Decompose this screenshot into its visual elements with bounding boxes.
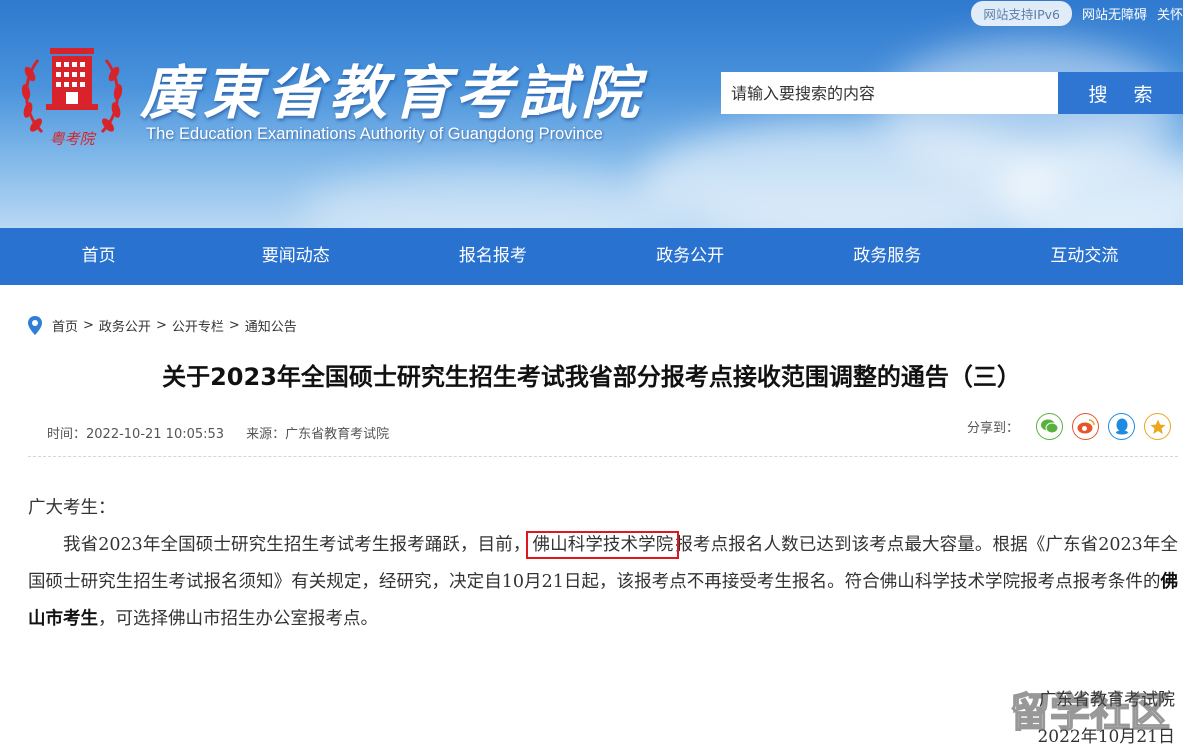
breadcrumb-separator: > [228, 317, 240, 333]
search-button[interactable]: 搜 索 [1058, 72, 1183, 114]
para-text: 我省2023年全国硕士研究生招生考试考生报考踊跃，目前， [63, 535, 531, 555]
qq-icon[interactable] [1108, 413, 1135, 440]
site-header: 网站支持IPv6 网站无障碍 关怀 粤考院 廣東省教育考試院 The Educa… [0, 0, 1183, 228]
care-mode-link[interactable]: 关怀 [1157, 4, 1183, 23]
top-links: 网站支持IPv6 网站无障碍 关怀 [971, 0, 1183, 26]
logo-text: 粤考院 [49, 130, 96, 148]
share-label: 分享到： [966, 421, 1019, 436]
breadcrumb-public-column[interactable]: 公开专栏 [172, 316, 224, 335]
search-input[interactable] [721, 72, 1058, 114]
watermark-text: 留学社区 [1010, 690, 1170, 736]
location-pin-icon [28, 315, 42, 335]
nav-item-news[interactable]: 要闻动态 [197, 228, 394, 285]
article-title: 关于2023年全国硕士研究生招生考试我省部分报考点接收范围调整的通告（三） [162, 363, 1021, 391]
nav-item-government-affairs[interactable]: 政务公开 [592, 228, 789, 285]
ipv6-badge[interactable]: 网站支持IPv6 [971, 0, 1072, 26]
breadcrumb-notices[interactable]: 通知公告 [245, 316, 297, 335]
divider [28, 456, 1178, 457]
article-paragraph: 我省2023年全国硕士研究生招生考试考生报考踊跃，目前， 佛山科学技术学院 报考点报… [28, 527, 1178, 638]
site-subtitle: The Education Examinations Authority of … [146, 125, 603, 143]
main-nav: 首页 要闻动态 报名报考 政务公开 政务服务 互动交流 [0, 228, 1183, 285]
publish-time: 时间：2022-10-21 10:05:53 [47, 427, 225, 442]
greeting: 广大考生： [28, 498, 116, 518]
nav-item-registration[interactable]: 报名报考 [394, 228, 591, 285]
breadcrumb: 首页 > 政务公开 > 公开专栏 > 通知公告 [28, 315, 297, 335]
breadcrumb-home[interactable]: 首页 [52, 316, 78, 335]
para-text: ，可选择佛山市招生办公室报考点。 [98, 609, 378, 629]
qzone-icon[interactable] [1144, 413, 1171, 440]
site-logo-icon[interactable]: 粤考院 [18, 40, 126, 158]
article-source: 来源：广东省教育考试院 [246, 427, 390, 442]
weibo-icon[interactable] [1072, 413, 1099, 440]
highlighted-institution: 佛山科学技术学院 [526, 531, 680, 559]
watermark-logo-icon: 留学社区 [1009, 689, 1171, 737]
site-title: 廣東省教育考試院 [140, 59, 645, 127]
article-meta: 时间：2022-10-21 10:05:53 来源：广东省教育考试院 [47, 423, 389, 442]
article-body: 广大考生： 我省2023年全国硕士研究生招生考试考生报考踊跃，目前， 佛山科学技术… [28, 490, 1178, 638]
accessibility-link[interactable]: 网站无障碍 [1082, 4, 1147, 23]
wechat-icon[interactable] [1036, 413, 1063, 440]
nav-item-interaction[interactable]: 互动交流 [986, 228, 1183, 285]
nav-item-home[interactable]: 首页 [0, 228, 197, 285]
breadcrumb-separator: > [155, 317, 167, 333]
nav-item-government-services[interactable]: 政务服务 [789, 228, 986, 285]
share-bar: 分享到： [967, 413, 1171, 440]
breadcrumb-government-affairs[interactable]: 政务公开 [99, 316, 151, 335]
breadcrumb-separator: > [83, 317, 94, 333]
